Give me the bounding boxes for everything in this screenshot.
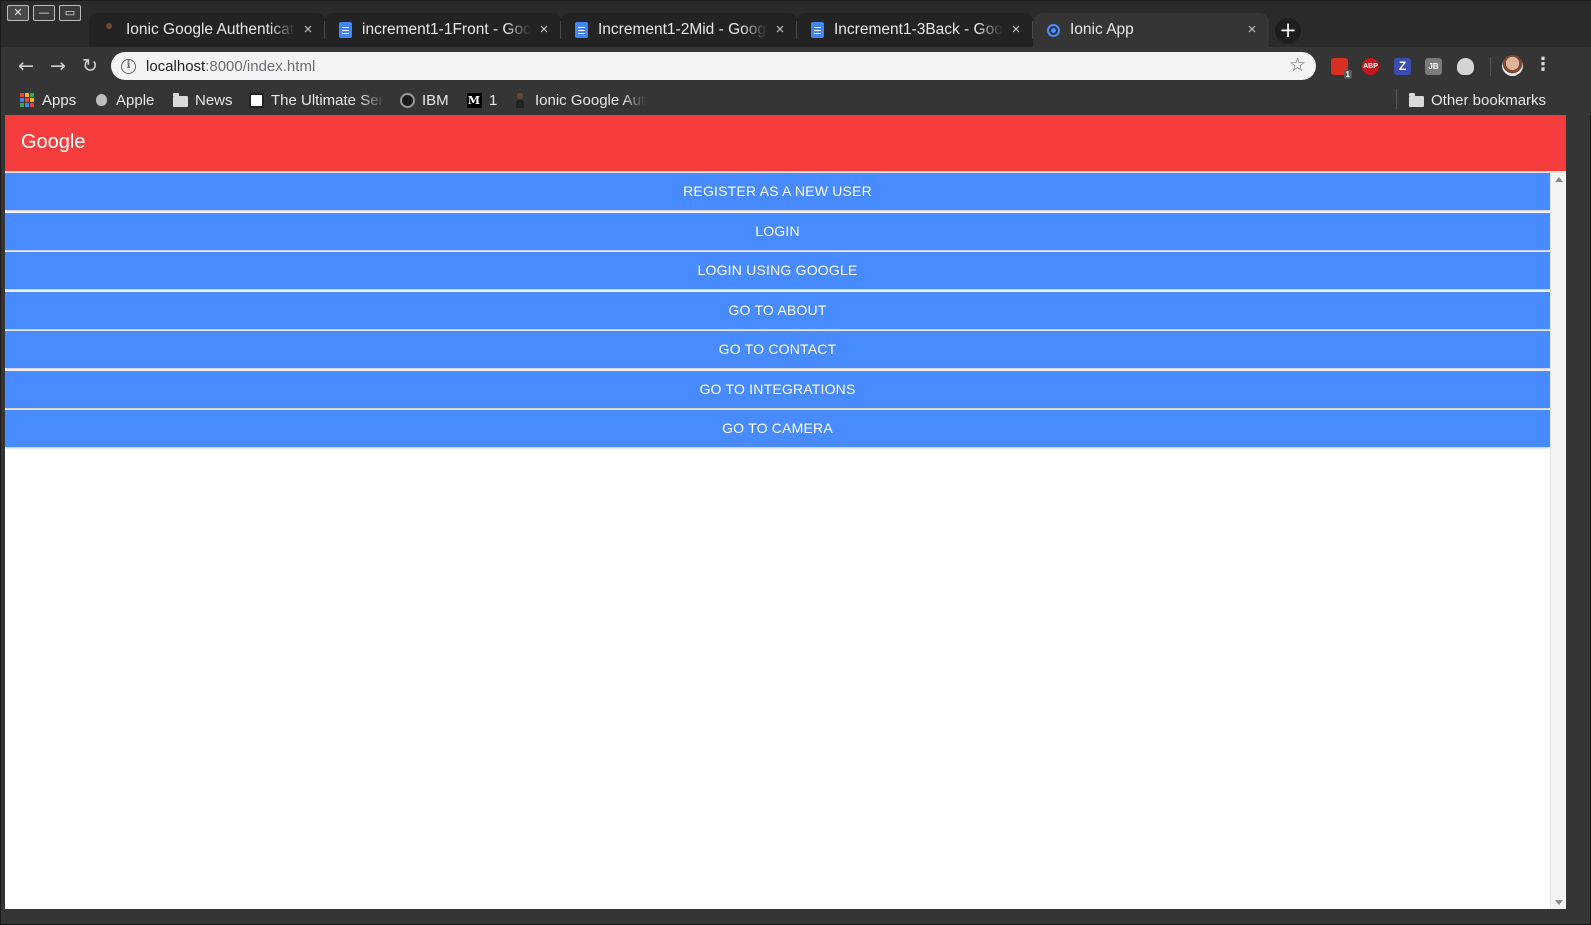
bookmark-label: News: [195, 91, 233, 109]
menu-dots-icon[interactable]: ⋮: [1534, 54, 1552, 78]
bookmark-label: Apps: [42, 91, 77, 109]
profile-avatar[interactable]: [1502, 55, 1523, 76]
apple-icon: [93, 92, 109, 108]
jb-extension-icon[interactable]: JB: [1425, 58, 1442, 75]
tab-increment1-2mid[interactable]: Increment1-2Mid - Google Docs ×: [561, 13, 797, 47]
person-icon: [512, 92, 528, 108]
tab-title: increment1-1Front - Google Docs: [362, 21, 531, 38]
google-docs-icon: [573, 22, 589, 38]
browser-toolbar: ← → ↻ i localhost:8000/index.html ☆ 1 AB…: [1, 47, 1591, 85]
tab-increment1-3back[interactable]: Increment1-3Back - Google Docs ×: [797, 13, 1033, 47]
z-extension-icon[interactable]: Z: [1394, 58, 1411, 75]
page-viewport: Google REGISTER AS A NEW USER LOGIN LOGI…: [5, 115, 1566, 909]
integrations-button[interactable]: GO TO INTEGRATIONS: [5, 370, 1550, 408]
page-scrollbar[interactable]: [1550, 173, 1566, 909]
contact-button[interactable]: GO TO CONTACT: [5, 331, 1550, 368]
tab-close-icon[interactable]: ×: [299, 21, 317, 39]
google-docs-icon: [809, 22, 825, 38]
bookmark-apps[interactable]: Apps: [19, 89, 76, 111]
register-button[interactable]: REGISTER AS A NEW USER: [5, 173, 1550, 210]
folder-icon: [1408, 92, 1424, 108]
forward-arrow-icon[interactable]: →: [45, 53, 71, 79]
bookmark-the-ultimate-ser[interactable]: The Ultimate Ser: [248, 89, 384, 111]
browser-window: ✕ — ▭ Ionic Google Authentication × incr…: [0, 0, 1591, 925]
about-button[interactable]: GO TO ABOUT: [5, 291, 1550, 329]
window-minimize-button[interactable]: —: [33, 5, 55, 21]
bookmarks-divider: [1396, 89, 1397, 109]
address-bar[interactable]: i localhost:8000/index.html ☆: [111, 52, 1316, 80]
medium-icon: M: [466, 92, 482, 108]
window-controls: ✕ — ▭: [7, 5, 81, 21]
apps-grid-icon: [19, 92, 35, 108]
tab-close-icon[interactable]: ×: [1007, 21, 1025, 39]
window-maximize-button[interactable]: ▭: [59, 5, 81, 21]
extension-badge: 1: [1343, 70, 1352, 79]
bookmarks-bar: Apps Apple News The Ultimate Ser IBM M 1…: [1, 85, 1591, 115]
bookmark-ibm[interactable]: IBM: [399, 89, 449, 111]
url-path: :8000/index.html: [205, 57, 316, 75]
reload-icon[interactable]: ↻: [77, 53, 103, 79]
bookmark-medium[interactable]: M 1: [466, 89, 497, 111]
bookmark-ionic-google-aut[interactable]: Ionic Google Aut: [512, 89, 652, 111]
camera-button[interactable]: GO TO CAMERA: [5, 410, 1550, 447]
ghost-extension-icon[interactable]: [1457, 58, 1474, 75]
toolbar-divider: [1490, 57, 1491, 76]
app-header: Google: [5, 115, 1566, 171]
adblock-plus-icon[interactable]: ABP: [1362, 58, 1379, 75]
bookmark-other-bookmarks[interactable]: Other bookmarks: [1408, 89, 1546, 111]
url-host: localhost: [146, 57, 206, 75]
bookmark-news[interactable]: News: [172, 89, 233, 111]
tab-close-icon[interactable]: ×: [771, 21, 789, 39]
tab-ionic-google-authentication[interactable]: Ionic Google Authentication ×: [89, 13, 325, 47]
bookmark-label: The Ultimate Ser: [271, 91, 384, 109]
bookmark-label: Ionic Google Aut: [535, 91, 646, 109]
tab-close-icon[interactable]: ×: [535, 21, 553, 39]
tab-increment1-1front[interactable]: increment1-1Front - Google Docs ×: [325, 13, 561, 47]
ionic-icon: [1045, 22, 1061, 38]
google-docs-icon: [337, 22, 353, 38]
bookmark-label: IBM: [422, 91, 449, 109]
tab-title: Increment1-3Back - Google Docs: [834, 21, 1003, 38]
page-title: Google: [21, 131, 86, 153]
login-button[interactable]: LOGIN: [5, 212, 1550, 250]
back-arrow-icon[interactable]: ←: [13, 53, 39, 79]
tab-title: Ionic App: [1070, 21, 1134, 38]
site-favicon-icon: [248, 92, 264, 108]
bookmark-apple[interactable]: Apple: [93, 89, 154, 111]
tab-title: Increment1-2Mid - Google Docs: [598, 21, 767, 38]
person-icon: [101, 22, 117, 38]
tab-title: Ionic Google Authentication: [126, 21, 295, 38]
button-list: REGISTER AS A NEW USER LOGIN LOGIN USING…: [5, 173, 1550, 450]
login-google-button[interactable]: LOGIN USING GOOGLE: [5, 252, 1550, 289]
bookmark-label: Other bookmarks: [1431, 91, 1547, 109]
scroll-down-icon[interactable]: [1555, 900, 1563, 905]
tab-close-icon[interactable]: ×: [1243, 21, 1261, 39]
bookmark-label: 1: [489, 91, 498, 109]
window-close-button[interactable]: ✕: [7, 5, 29, 21]
tab-list: Ionic Google Authentication × increment1…: [89, 13, 1269, 47]
new-tab-button[interactable]: +: [1275, 18, 1301, 44]
tab-ionic-app[interactable]: Ionic App ×: [1033, 13, 1269, 47]
site-info-icon[interactable]: i: [121, 58, 136, 74]
tab-strip: ✕ — ▭ Ionic Google Authentication × incr…: [1, 1, 1591, 47]
github-icon: [399, 92, 415, 108]
todo-extension-icon[interactable]: 1: [1331, 58, 1352, 79]
bookmark-star-icon[interactable]: ☆: [1289, 54, 1306, 77]
scroll-up-icon[interactable]: [1555, 177, 1563, 182]
bookmark-label: Apple: [116, 91, 155, 109]
folder-icon: [172, 92, 188, 108]
